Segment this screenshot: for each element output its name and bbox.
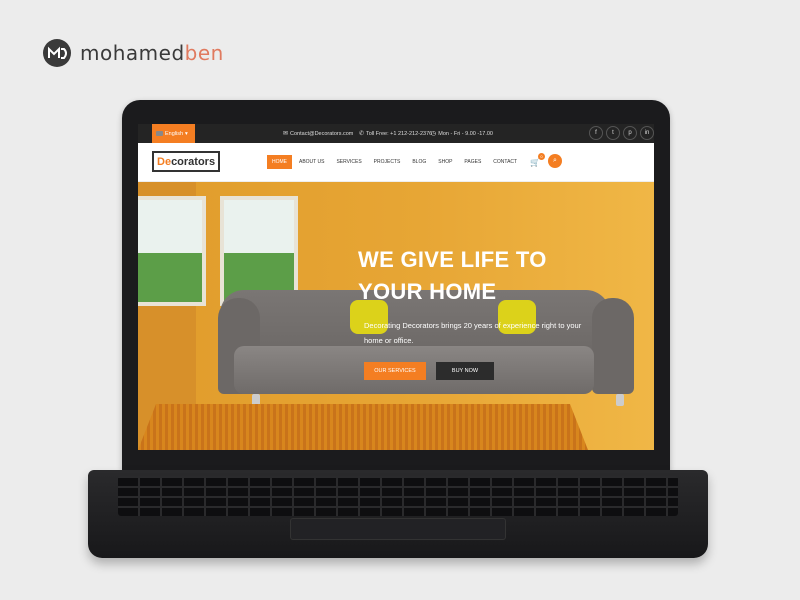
contact-phone-text: Toll Free: +1 212-212-2376	[366, 130, 433, 137]
nav-item-home[interactable]: HOME	[267, 155, 292, 169]
pinterest-icon[interactable]: p	[623, 126, 637, 140]
hero-title: WE GIVE LIFE TO YOUR HOME	[358, 244, 618, 308]
nav-item-shop[interactable]: SHOP	[433, 155, 457, 169]
sofa-arm-right	[592, 298, 634, 394]
hero-rug	[138, 404, 588, 450]
laptop-keyboard-base	[88, 470, 708, 558]
sofa-leg-right	[616, 394, 624, 406]
clock-icon: ◷	[431, 131, 437, 137]
nav-item-about-us[interactable]: ABOUT US	[294, 155, 329, 169]
brand-mark-icon	[43, 39, 71, 67]
our-services-button[interactable]: OUR SERVICES	[364, 362, 426, 380]
opening-hours-text: Mon - Fri - 9.00 -17.00	[438, 130, 493, 137]
hero-title-line2: YOUR HOME	[358, 279, 497, 304]
logo-text: corators	[171, 155, 216, 168]
logo-accent: De	[157, 155, 172, 168]
hero-window-left	[138, 196, 206, 306]
opening-hours: ◷ Mon - Fri - 9.00 -17.00	[431, 130, 493, 138]
cart-button[interactable]: 🛒 0	[530, 153, 545, 167]
keyboard	[118, 476, 678, 516]
contact-phone: ✆ Toll Free: +1 212-212-2376	[359, 130, 433, 138]
phone-icon: ✆	[359, 131, 365, 137]
nav-item-services[interactable]: SERVICES	[331, 155, 366, 169]
buy-now-button[interactable]: BUY NOW	[436, 362, 494, 380]
search-button[interactable]: ⌕	[548, 154, 562, 168]
brand-logo: mohamedben	[42, 38, 224, 68]
language-label: English	[165, 130, 184, 137]
contact-email[interactable]: ✉ Contact@Decorators.com	[283, 130, 354, 138]
nav-item-pages[interactable]: PAGES	[459, 155, 486, 169]
website-display: English ▾ ✉ Contact@Decorators.com ✆ Tol…	[138, 124, 654, 450]
uk-flag-icon	[156, 131, 163, 136]
search-icon: ⌕	[553, 157, 557, 164]
nav-menu: HOME ABOUT US SERVICES PROJECTS BLOG SHO…	[267, 155, 522, 169]
envelope-icon: ✉	[283, 131, 289, 137]
contact-email-text: Contact@Decorators.com	[290, 130, 354, 137]
hero-title-line1: WE GIVE LIFE TO	[358, 247, 547, 272]
brand-name: mohamedben	[80, 41, 224, 65]
site-logo[interactable]: De corators	[152, 151, 221, 172]
brand-name-accent: ben	[184, 41, 224, 65]
nav-item-projects[interactable]: PROJECTS	[369, 155, 406, 169]
social-links: f t p in	[589, 126, 654, 140]
top-bar: English ▾ ✉ Contact@Decorators.com ✆ Tol…	[138, 124, 654, 143]
twitter-icon[interactable]: t	[606, 126, 620, 140]
language-selector[interactable]: English ▾	[152, 124, 195, 143]
chevron-down-icon: ▾	[185, 130, 188, 137]
hero-description: Decorating Decorators brings 20 years of…	[364, 321, 582, 345]
nav-item-blog[interactable]: BLOG	[407, 155, 431, 169]
linkedin-icon[interactable]: in	[640, 126, 654, 140]
nav-item-contact[interactable]: CONTACT	[488, 155, 522, 169]
main-navbar: De corators HOME ABOUT US SERVICES PROJEC…	[138, 143, 654, 182]
brand-name-primary: mohamed	[80, 41, 185, 65]
hero-section: WE GIVE LIFE TO YOUR HOME Decorating Dec…	[138, 182, 654, 450]
cart-count-badge: 0	[537, 153, 545, 160]
facebook-icon[interactable]: f	[589, 126, 603, 140]
trackpad	[290, 518, 506, 540]
